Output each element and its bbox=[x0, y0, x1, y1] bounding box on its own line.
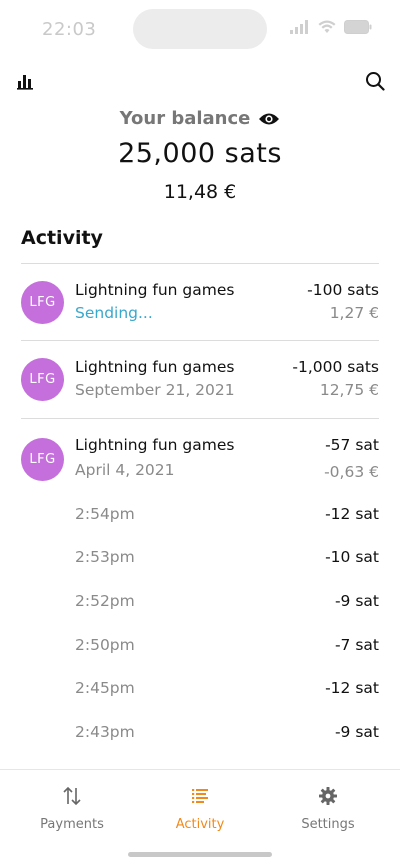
avatar: LFG bbox=[21, 438, 64, 481]
transaction-row[interactable]: LFG Lightning fun games Sending... -100 … bbox=[21, 281, 379, 341]
home-indicator bbox=[128, 852, 272, 857]
divider bbox=[21, 263, 379, 264]
divider bbox=[21, 418, 379, 419]
gear-icon bbox=[317, 785, 339, 807]
signal-icon bbox=[290, 20, 308, 34]
sub-payment-amount: -12 sat bbox=[325, 505, 379, 523]
wifi-icon bbox=[318, 20, 336, 33]
sub-payment-row[interactable]: 2:52pm -9 sat bbox=[75, 592, 379, 612]
sub-payment-amount: -10 sat bbox=[325, 548, 379, 566]
stats-button[interactable] bbox=[17, 72, 35, 90]
sub-payment-time: 2:50pm bbox=[75, 636, 135, 654]
sub-payment-row[interactable]: 2:54pm -12 sat bbox=[75, 505, 379, 525]
transaction-status: Sending... bbox=[75, 304, 153, 322]
transaction-date: September 21, 2021 bbox=[75, 381, 235, 399]
transaction-amount: -1,000 sats bbox=[292, 358, 379, 376]
sub-payment-row[interactable]: 2:43pm -9 sat bbox=[75, 723, 379, 743]
eye-icon bbox=[259, 113, 280, 124]
transaction-date: April 4, 2021 bbox=[75, 461, 175, 479]
transaction-fiat: 1,27 € bbox=[329, 304, 379, 322]
transaction-row[interactable]: LFG Lightning fun games September 21, 20… bbox=[21, 358, 379, 418]
balance-fiat: 11,48 € bbox=[163, 181, 237, 203]
tab-activity[interactable]: Activity bbox=[133, 770, 267, 840]
transaction-name: Lightning fun games bbox=[75, 281, 235, 299]
transaction-fiat: 12,75 € bbox=[319, 381, 379, 399]
transaction-amount: -57 sat bbox=[325, 436, 379, 454]
transaction-fiat: -0,63 € bbox=[324, 463, 379, 481]
toggle-balance-visibility[interactable] bbox=[258, 111, 280, 127]
battery-icon bbox=[344, 20, 372, 34]
status-time: 22:03 bbox=[42, 19, 97, 40]
tab-label: Settings bbox=[301, 817, 355, 832]
list-icon bbox=[189, 785, 211, 807]
status-icons bbox=[290, 20, 372, 34]
transaction-name: Lightning fun games bbox=[75, 358, 235, 376]
sub-payment-row[interactable]: 2:45pm -12 sat bbox=[75, 679, 379, 699]
balance-header: Your balance bbox=[0, 108, 400, 129]
camera-notch bbox=[133, 9, 267, 49]
avatar: LFG bbox=[21, 281, 64, 324]
activity-title: Activity bbox=[21, 227, 103, 249]
tab-payments[interactable]: Payments bbox=[5, 770, 139, 840]
sub-payment-row[interactable]: 2:53pm -10 sat bbox=[75, 548, 379, 568]
transaction-name: Lightning fun games bbox=[75, 436, 235, 454]
search-button[interactable] bbox=[365, 71, 385, 91]
arrows-updown-icon bbox=[61, 785, 83, 807]
sub-payment-time: 2:54pm bbox=[75, 505, 135, 523]
tab-label: Payments bbox=[40, 817, 104, 832]
sub-payment-amount: -9 sat bbox=[334, 723, 379, 741]
sub-payment-time: 2:45pm bbox=[75, 679, 135, 697]
transaction-row[interactable]: LFG Lightning fun games April 4, 2021 -5… bbox=[21, 436, 379, 496]
bar-chart-icon bbox=[17, 75, 33, 90]
search-icon bbox=[366, 72, 385, 91]
sub-payment-amount: -12 sat bbox=[325, 679, 379, 697]
tab-label: Activity bbox=[175, 817, 225, 832]
avatar: LFG bbox=[21, 358, 64, 401]
sub-payment-time: 2:53pm bbox=[75, 548, 135, 566]
sub-payment-time: 2:43pm bbox=[75, 723, 135, 741]
transaction-amount: -100 sats bbox=[307, 281, 379, 299]
sub-payment-amount: -7 sat bbox=[334, 636, 379, 654]
balance-sats: 25,000 sats bbox=[118, 138, 282, 169]
sub-payment-amount: -9 sat bbox=[334, 592, 379, 610]
sub-payment-row[interactable]: 2:50pm -7 sat bbox=[75, 636, 379, 656]
divider bbox=[21, 340, 379, 341]
status-bar: 22:03 bbox=[0, 0, 400, 58]
balance-label: Your balance bbox=[119, 108, 251, 129]
tab-settings[interactable]: Settings bbox=[261, 770, 395, 840]
sub-payment-time: 2:52pm bbox=[75, 592, 135, 610]
